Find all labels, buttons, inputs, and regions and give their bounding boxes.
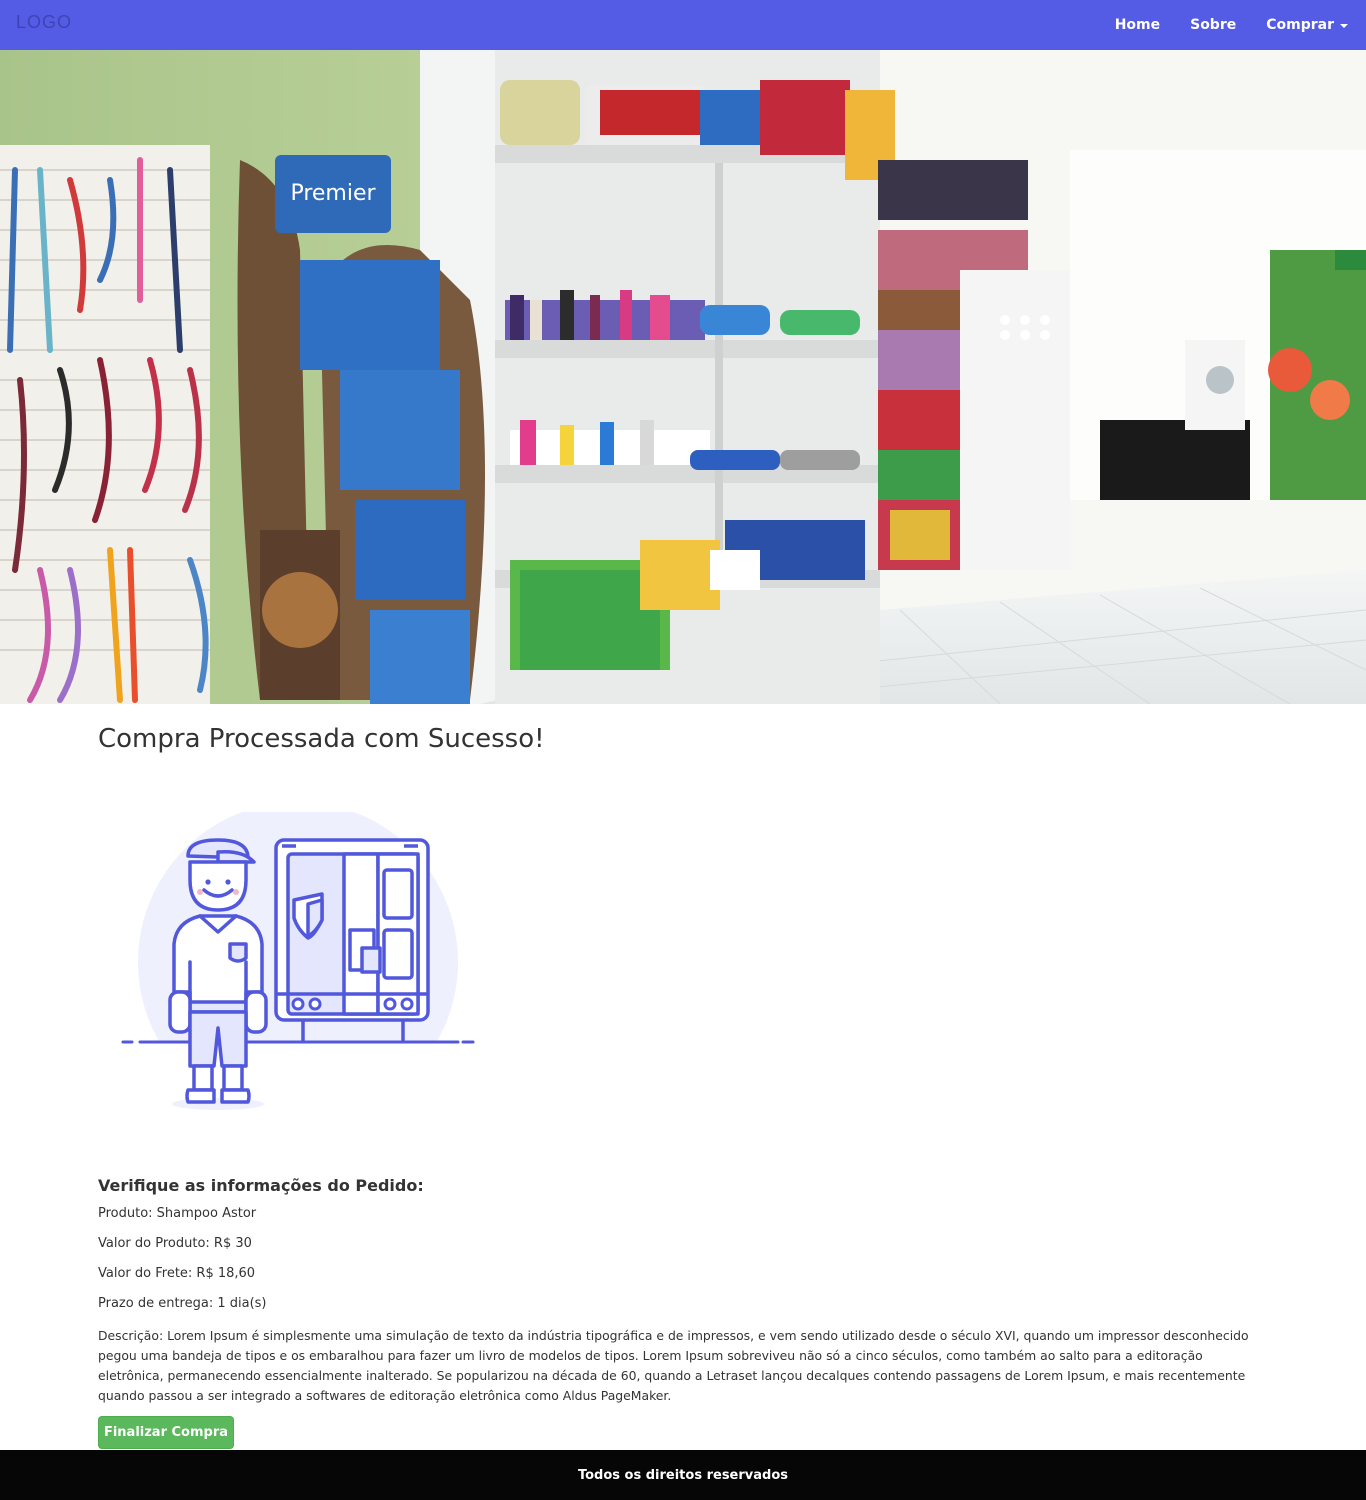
caret-down-icon [1340,24,1348,28]
delivery-person-and-truck-icon [118,802,478,1122]
logo[interactable]: LOGO [16,12,72,33]
finish-purchase-button[interactable]: Finalizar Compra [98,1416,234,1449]
nav-links: Home Sobre Comprar [1085,0,1348,50]
hero-image: Premier [0,50,1366,704]
nav-home-link[interactable]: Home [1115,17,1160,33]
nav-buy-dropdown[interactable]: Comprar [1266,17,1348,33]
product-value: Valor do Produto: R$ 30 [98,1236,252,1251]
svg-text:Premier: Premier [290,181,376,206]
delivery-illustration [118,802,478,1122]
shipping-value: Valor do Frete: R$ 18,60 [98,1266,256,1281]
product-name: Produto: Shampoo Astor [98,1206,257,1221]
pet-shop-photo-illustration: Premier [0,50,1366,704]
footer-copyright: Todos os direitos reservados [577,1467,789,1483]
page-title: Compra Processada com Sucesso! [98,724,545,754]
nav-about-link[interactable]: Sobre [1190,17,1236,33]
order-info-heading: Verifique as informações do Pedido: [98,1176,424,1195]
nav-buy-label: Comprar [1266,17,1334,33]
product-description: Descrição: Lorem Ipsum é simplesmente um… [98,1328,1249,1403]
delivery-time: Prazo de entrega: 1 dia(s) [98,1296,267,1311]
navbar: LOGO Home Sobre Comprar [0,0,1366,50]
footer: Todos os direitos reservados [0,1450,1366,1500]
